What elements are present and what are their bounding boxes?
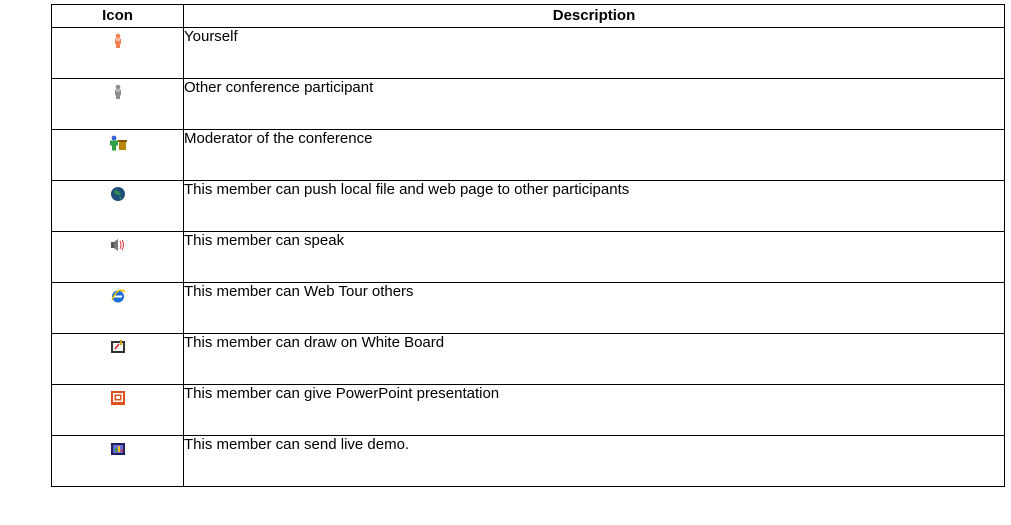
table-row: This member can give PowerPoint presenta… — [51, 384, 1005, 436]
icon-cell — [51, 333, 184, 385]
table-row: This member can draw on White Board — [51, 333, 1005, 385]
description-cell: This member can speak — [183, 231, 1005, 283]
icon-cell — [51, 435, 184, 487]
icon-legend-table: Icon Description Yourself Other conferen… — [51, 4, 1005, 487]
table-row: This member can speak — [51, 231, 1005, 283]
icon-cell — [51, 180, 184, 232]
page: Icon Description Yourself Other conferen… — [0, 0, 1011, 525]
table-row: Moderator of the conference — [51, 129, 1005, 181]
whiteboard-icon — [110, 339, 126, 355]
person-gray-icon — [110, 84, 126, 100]
table-row: This member can Web Tour others — [51, 282, 1005, 334]
speaker-icon — [110, 237, 126, 253]
icon-cell — [51, 231, 184, 283]
live-demo-icon — [110, 441, 126, 457]
moderator-icon — [108, 135, 128, 151]
powerpoint-icon — [110, 390, 126, 406]
table-row: Other conference participant — [51, 78, 1005, 130]
icon-cell — [51, 282, 184, 334]
description-cell: This member can push local file and web … — [183, 180, 1005, 232]
icon-cell — [51, 384, 184, 436]
description-cell: This member can send live demo. — [183, 435, 1005, 487]
table-header-row: Icon Description — [51, 4, 1005, 28]
internet-explorer-icon — [110, 288, 126, 304]
description-cell: This member can draw on White Board — [183, 333, 1005, 385]
table-row: This member can send live demo. — [51, 435, 1005, 487]
description-cell: This member can give PowerPoint presenta… — [183, 384, 1005, 436]
icon-cell — [51, 78, 184, 130]
icon-cell — [51, 129, 184, 181]
description-cell: This member can Web Tour others — [183, 282, 1005, 334]
icon-cell — [51, 27, 184, 79]
description-cell: Yourself — [183, 27, 1005, 79]
description-cell: Other conference participant — [183, 78, 1005, 130]
person-orange-icon — [110, 33, 126, 49]
globe-icon — [110, 186, 126, 202]
description-cell: Moderator of the conference — [183, 129, 1005, 181]
table-row: Yourself — [51, 27, 1005, 79]
header-description: Description — [183, 4, 1005, 28]
header-icon: Icon — [51, 4, 184, 28]
table-row: This member can push local file and web … — [51, 180, 1005, 232]
